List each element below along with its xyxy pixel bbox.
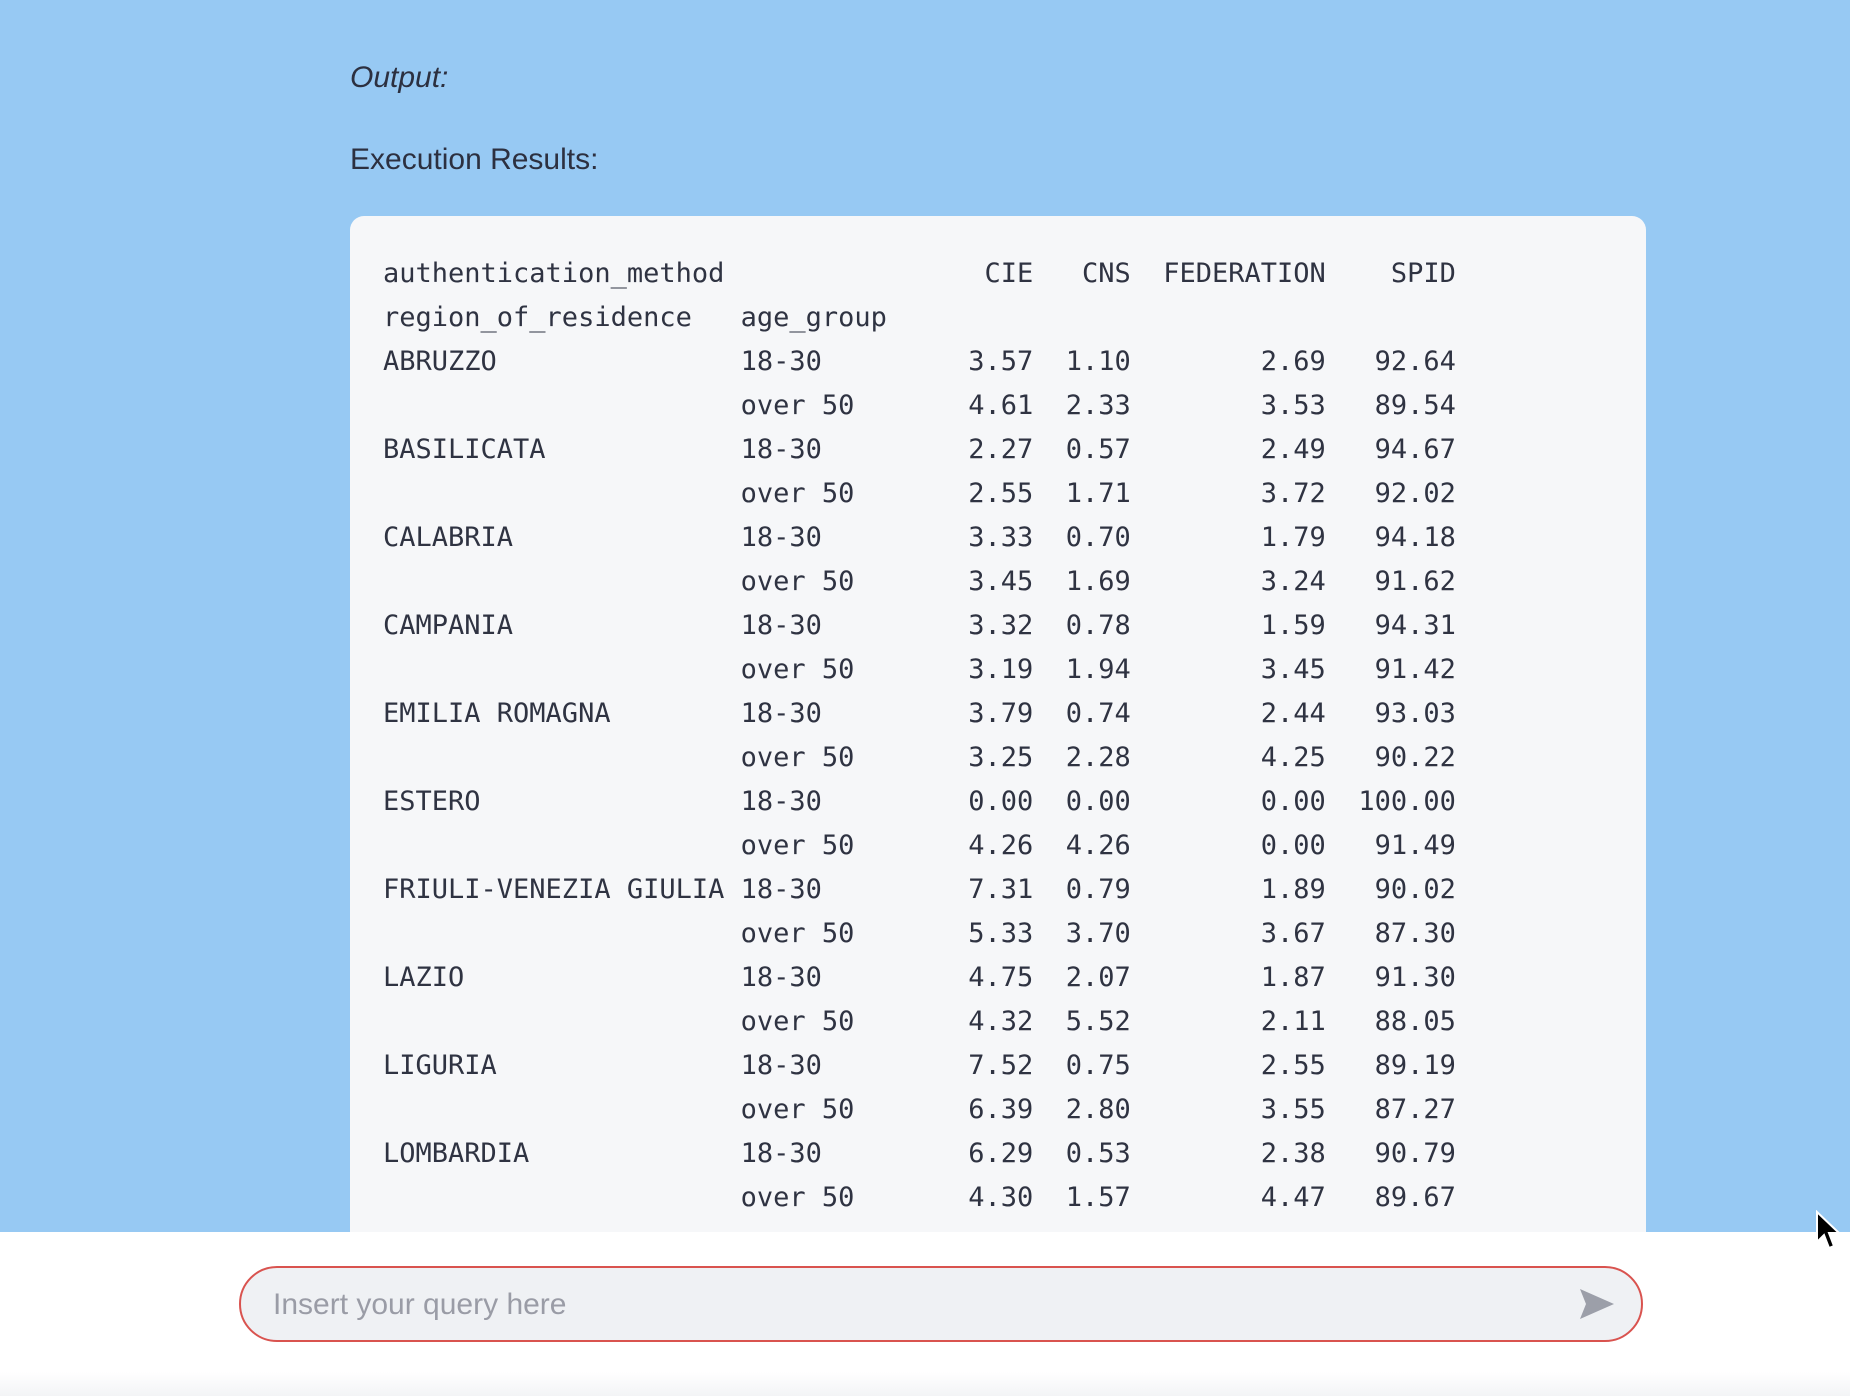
table-row: over 50 6.39 2.80 3.55 87.27 bbox=[383, 1094, 1456, 1125]
table-row: BASILICATA 18-30 2.27 0.57 2.49 94.67 bbox=[383, 434, 1456, 465]
table-row: ESTERO 18-30 0.00 0.00 0.00 100.00 bbox=[383, 786, 1456, 817]
footer-fade bbox=[0, 1372, 1850, 1396]
execution-results-block: authentication_method CIE CNS FEDERATION… bbox=[350, 216, 1646, 1236]
query-box[interactable] bbox=[239, 1266, 1643, 1342]
table-row: over 50 2.55 1.71 3.72 92.02 bbox=[383, 478, 1456, 509]
results-table: authentication_method CIE CNS FEDERATION… bbox=[383, 252, 1456, 1220]
send-button[interactable] bbox=[1577, 1284, 1617, 1324]
table-row: over 50 4.61 2.33 3.53 89.54 bbox=[383, 390, 1456, 421]
table-row: over 50 4.26 4.26 0.00 91.49 bbox=[383, 830, 1456, 861]
table-row: over 50 4.30 1.57 4.47 89.67 bbox=[383, 1182, 1456, 1213]
table-row: LIGURIA 18-30 7.52 0.75 2.55 89.19 bbox=[383, 1050, 1456, 1081]
table-row: CAMPANIA 18-30 3.32 0.78 1.59 94.31 bbox=[383, 610, 1456, 641]
table-row: LOMBARDIA 18-30 6.29 0.53 2.38 90.79 bbox=[383, 1138, 1456, 1169]
table-row: over 50 4.32 5.52 2.11 88.05 bbox=[383, 1006, 1456, 1037]
table-row: over 50 3.45 1.69 3.24 91.62 bbox=[383, 566, 1456, 597]
mouse-pointer-icon bbox=[1816, 1210, 1842, 1250]
table-row: LAZIO 18-30 4.75 2.07 1.87 91.30 bbox=[383, 962, 1456, 993]
table-row: EMILIA ROMAGNA 18-30 3.79 0.74 2.44 93.0… bbox=[383, 698, 1456, 729]
chat-input-bar bbox=[0, 1232, 1850, 1396]
table-row: over 50 3.25 2.28 4.25 90.22 bbox=[383, 742, 1456, 773]
output-label: Output: bbox=[350, 61, 449, 94]
table-row: ABRUZZO 18-30 3.57 1.10 2.69 92.64 bbox=[383, 346, 1456, 377]
table-row: FRIULI-VENEZIA GIULIA 18-30 7.31 0.79 1.… bbox=[383, 874, 1456, 905]
send-icon bbox=[1580, 1289, 1614, 1319]
query-input[interactable] bbox=[271, 1268, 1555, 1342]
table-row: CALABRIA 18-30 3.33 0.70 1.79 94.18 bbox=[383, 522, 1456, 553]
table-header-line: region_of_residence age_group bbox=[383, 302, 887, 333]
table-header-line: authentication_method CIE CNS FEDERATION… bbox=[383, 258, 1456, 289]
table-row: over 50 5.33 3.70 3.67 87.30 bbox=[383, 918, 1456, 949]
execution-results-label: Execution Results: bbox=[350, 143, 599, 176]
table-row: over 50 3.19 1.94 3.45 91.42 bbox=[383, 654, 1456, 685]
